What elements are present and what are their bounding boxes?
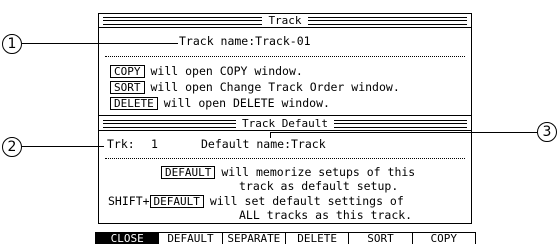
callout-3: 3 (537, 122, 557, 142)
callout-1-line (22, 43, 178, 44)
dotted-divider-2 (105, 158, 465, 159)
track-title-bar: Track (99, 14, 471, 27)
copy-description: will open COPY window. (150, 64, 303, 78)
default-stripe-left (103, 119, 236, 128)
sort-row: SORT will open Change Track Order window. (110, 81, 400, 94)
copy-button[interactable]: COPY (411, 232, 476, 244)
default-stripe-right (334, 119, 467, 128)
delete-button[interactable]: DELETE (284, 232, 350, 244)
default-description-2: track as default setup. (239, 179, 399, 193)
section-divider (99, 115, 471, 116)
default-title-bar: Track Default (99, 117, 471, 130)
track-window: Track Track name:Track-01 COPY will open … (98, 13, 472, 224)
callout-2-line (22, 146, 104, 147)
sort-description: will open Change Track Order window. (150, 80, 400, 94)
title-stripe-right (307, 16, 468, 25)
sort-key-button[interactable]: SORT (110, 81, 145, 94)
shift-prefix: SHIFT+ (108, 194, 150, 208)
default-title: Track Default (241, 117, 329, 130)
title-stripe-left (103, 16, 263, 25)
callout-1: 1 (2, 34, 22, 54)
track-name-field[interactable]: Track name:Track-01 (179, 35, 311, 48)
callout-2: 2 (2, 137, 22, 157)
trk-label: Trk: (107, 137, 135, 151)
function-key-bar: CLOSE DEFAULT SEPARATE DELETE SORT COPY (95, 232, 476, 244)
default-row: DEFAULT will memorize setups of this (161, 166, 415, 179)
sort-button[interactable]: SORT (348, 232, 413, 244)
default-title-underline (99, 130, 471, 131)
default-key-button[interactable]: DEFAULT (161, 166, 216, 179)
copy-row: COPY will open COPY window. (110, 65, 303, 78)
dotted-divider (105, 56, 465, 57)
shift-default-row: SHIFT+ DEFAULT will set default settings o… (108, 195, 404, 208)
default-name-field[interactable]: Default name:Track (201, 138, 326, 151)
delete-key-button[interactable]: DELETE (110, 97, 158, 110)
copy-key-button[interactable]: COPY (110, 65, 145, 78)
separate-button[interactable]: SEPARATE (221, 232, 286, 244)
close-button[interactable]: CLOSE (95, 232, 160, 244)
trk-value[interactable]: 1 (151, 138, 158, 151)
shift-description-2: ALL tracks as this track. (239, 208, 413, 222)
track-title: Track (268, 14, 302, 27)
delete-description: will open DELETE window. (163, 96, 330, 110)
callout-3-line (270, 132, 537, 133)
callout-3-tick (270, 132, 271, 138)
delete-row: DELETE will open DELETE window. (110, 97, 330, 110)
shift-description-1: will set default settings of (209, 194, 404, 208)
shift-default-key-button[interactable]: DEFAULT (149, 195, 204, 208)
title-underline (99, 27, 471, 28)
default-button[interactable]: DEFAULT (158, 232, 223, 244)
default-description-1: will memorize setups of this (221, 165, 416, 179)
